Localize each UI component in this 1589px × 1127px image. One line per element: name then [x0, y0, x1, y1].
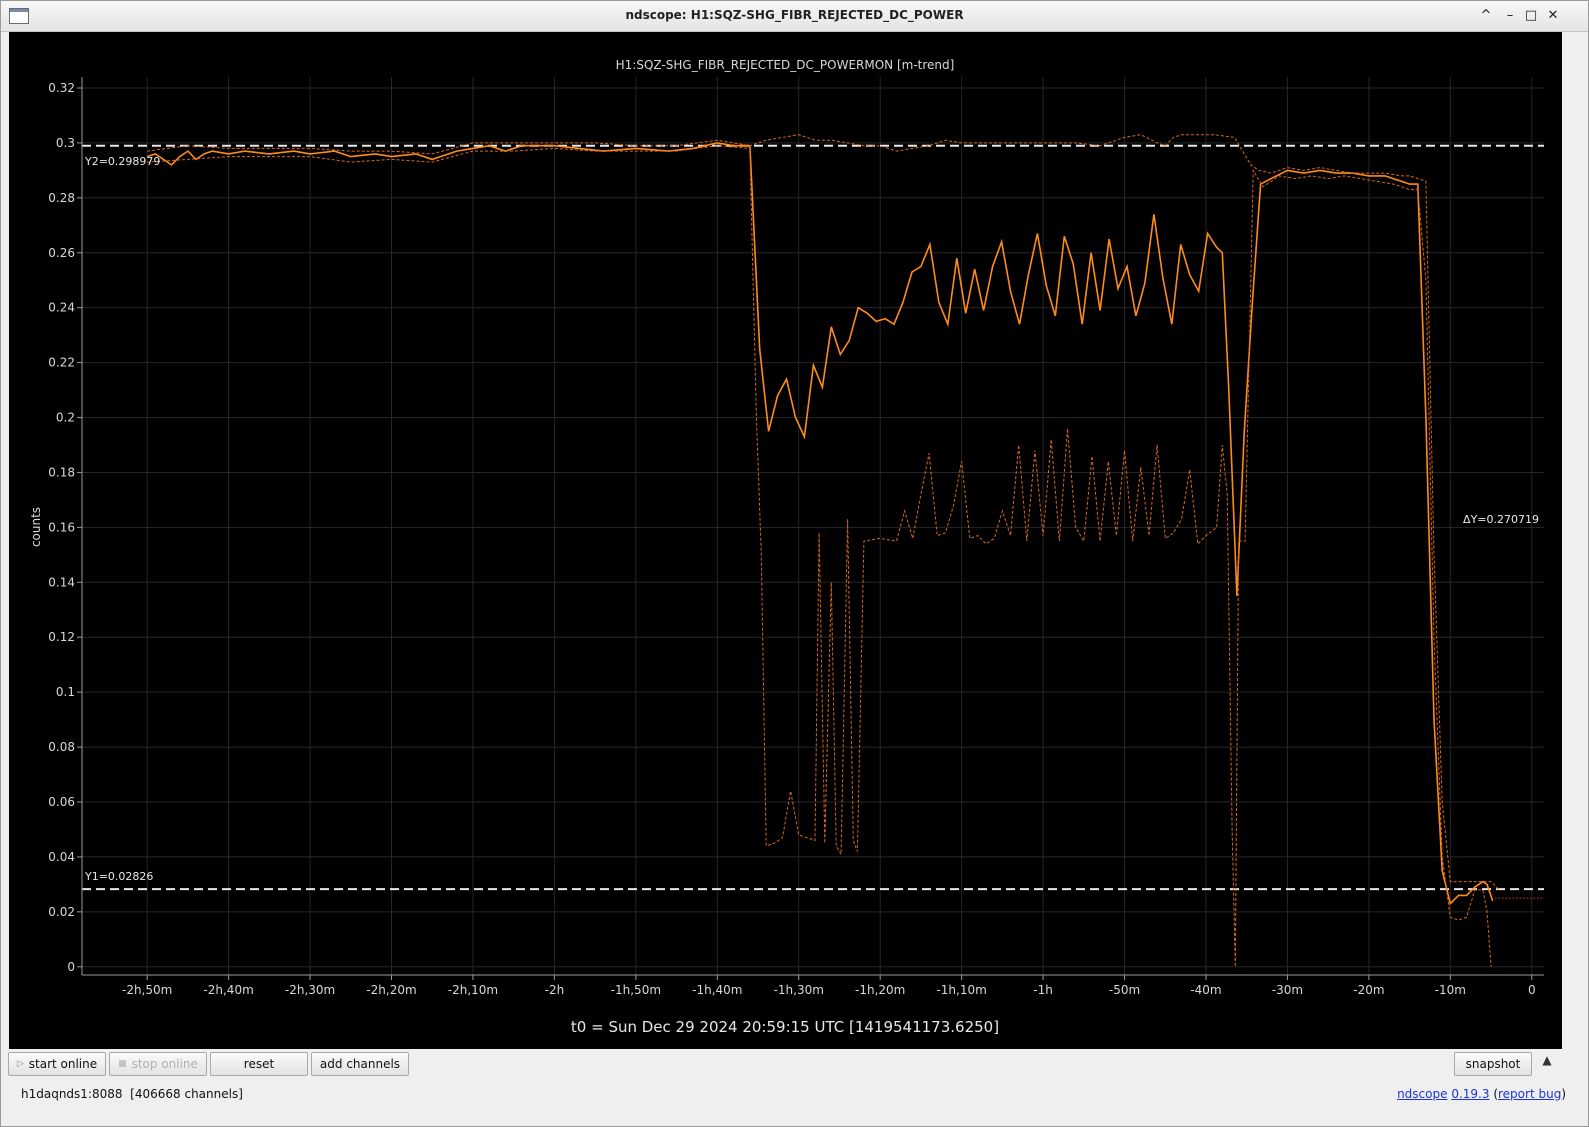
plot-title: H1:SQZ-SHG_FIBR_REJECTED_DC_POWERMON [m-…	[616, 58, 955, 72]
x-tick-label: -1h,40m	[692, 983, 742, 997]
maximize-icon[interactable]: □	[1522, 7, 1540, 25]
x-tick-label: -10m	[1435, 983, 1466, 997]
add-channels-button[interactable]: add channels	[311, 1052, 409, 1076]
y-axis-label: counts	[29, 507, 43, 547]
x-tick-label: -2h,20m	[366, 983, 416, 997]
shade-icon[interactable]: ^	[1477, 7, 1495, 25]
x-tick-label: -2h,30m	[285, 983, 335, 997]
play-icon: ▷	[16, 1059, 24, 1069]
y-tick-label: 0.32	[48, 81, 75, 95]
y-tick-label: 0.1	[56, 685, 75, 699]
y-tick-label: 0.24	[48, 301, 75, 315]
x-tick-label: -30m	[1272, 983, 1303, 997]
series-min-line	[147, 145, 1492, 967]
plot-area[interactable]: 0 0.02 0.04 0.06 0.08 0.1 0.12 0.14 0.16 0.18 0.2 0…	[9, 32, 1562, 1049]
axes	[81, 77, 1544, 976]
version-link[interactable]: 0.19.3	[1451, 1087, 1489, 1101]
x-tick-labels: -2h,50m -2h,40m -2h,30m -2h,20m -2h,10m -2h -1…	[122, 975, 1536, 997]
ndscope-window: ndscope: H1:SQZ-SHG_FIBR_REJECTED_DC_POW…	[0, 0, 1589, 1127]
y-tick-label: 0.04	[48, 850, 75, 864]
cursor-y1-label: Y1=0.02826	[84, 870, 153, 883]
y-tick-label: 0.14	[48, 575, 75, 589]
start-online-button[interactable]: ▷ start online	[8, 1052, 106, 1076]
traces	[146, 134, 1544, 967]
y-tick-label: 0.06	[48, 795, 75, 809]
x-tick-label: -1h,50m	[611, 983, 661, 997]
t0-label: t0 = Sun Dec 29 2024 20:59:15 UTC [14195…	[571, 1018, 999, 1036]
snapshot-button[interactable]: snapshot	[1454, 1052, 1532, 1076]
x-tick-label: -2h,10m	[448, 983, 498, 997]
y-tick-label: 0.26	[48, 246, 75, 260]
y-tick-label: 0.16	[48, 520, 75, 534]
y-tick-label: 0.12	[48, 630, 75, 644]
x-tick-label: -50m	[1109, 983, 1140, 997]
x-tick-label: -1h,20m	[855, 983, 905, 997]
x-tick-label: 0	[1528, 983, 1536, 997]
x-tick-label: -20m	[1353, 983, 1384, 997]
channel-count: [406668 channels]	[130, 1087, 243, 1101]
y-tick-label: 0.02	[48, 905, 75, 919]
y-tick-label: 0.18	[48, 465, 75, 479]
server-address: h1daqnds1:8088	[21, 1087, 123, 1101]
y-tick-label: 0.2	[56, 411, 75, 425]
stop-icon: ■	[118, 1059, 127, 1069]
minimize-icon[interactable]: –	[1501, 7, 1519, 25]
x-tick-label: -2h	[545, 983, 565, 997]
y-tick-label: 0.08	[48, 740, 75, 754]
x-tick-label: -1h	[1033, 983, 1053, 997]
stop-online-label: stop online	[131, 1057, 198, 1071]
grid	[82, 77, 1544, 975]
x-tick-label: -2h,50m	[122, 983, 172, 997]
report-bug-link[interactable]: report bug	[1498, 1087, 1561, 1101]
cursors[interactable]	[82, 144, 1544, 891]
start-online-label: start online	[28, 1057, 98, 1071]
close-icon[interactable]: ✕	[1544, 7, 1562, 25]
cursor-y2-label: Y2=0.298979	[84, 155, 160, 168]
y-tick-label: 0.22	[48, 356, 75, 370]
ndscope-link[interactable]: ndscope	[1397, 1087, 1447, 1101]
x-tick-label: -40m	[1190, 983, 1221, 997]
y-tick-label: 0	[67, 960, 75, 974]
series-mean-line	[146, 142, 1494, 906]
stop-online-button[interactable]: ■ stop online	[109, 1052, 207, 1076]
window-title: ndscope: H1:SQZ-SHG_FIBR_REJECTED_DC_POW…	[625, 8, 964, 22]
plot-canvas[interactable]: 0 0.02 0.04 0.06 0.08 0.1 0.12 0.14 0.16 0.18 0.2 0…	[9, 32, 1562, 1049]
x-tick-label: -1h,10m	[936, 983, 986, 997]
x-tick-label: -2h,40m	[203, 983, 253, 997]
collapse-toggle-icon[interactable]: ▲	[1538, 1053, 1556, 1071]
reset-button[interactable]: reset	[210, 1052, 308, 1076]
y-tick-label: 0.28	[48, 191, 75, 205]
toolbar: ▷ start online ■ stop online reset add c…	[1, 1050, 1588, 1080]
y-tick-labels: 0 0.02 0.04 0.06 0.08 0.1 0.12 0.14 0.16 0.18 0.2 0…	[48, 81, 82, 974]
delta-y-label: ΔY=0.270719	[1463, 513, 1539, 526]
x-tick-label: -1h,30m	[774, 983, 824, 997]
status-bar: h1daqnds1:8088 [406668 channels] ndscope…	[1, 1083, 1588, 1105]
titlebar[interactable]: ndscope: H1:SQZ-SHG_FIBR_REJECTED_DC_POW…	[1, 1, 1588, 32]
y-tick-label: 0.3	[56, 136, 75, 150]
version-info: ndscope 0.19.3 (report bug)	[1397, 1087, 1566, 1101]
server-info: h1daqnds1:8088 [406668 channels]	[21, 1087, 243, 1101]
